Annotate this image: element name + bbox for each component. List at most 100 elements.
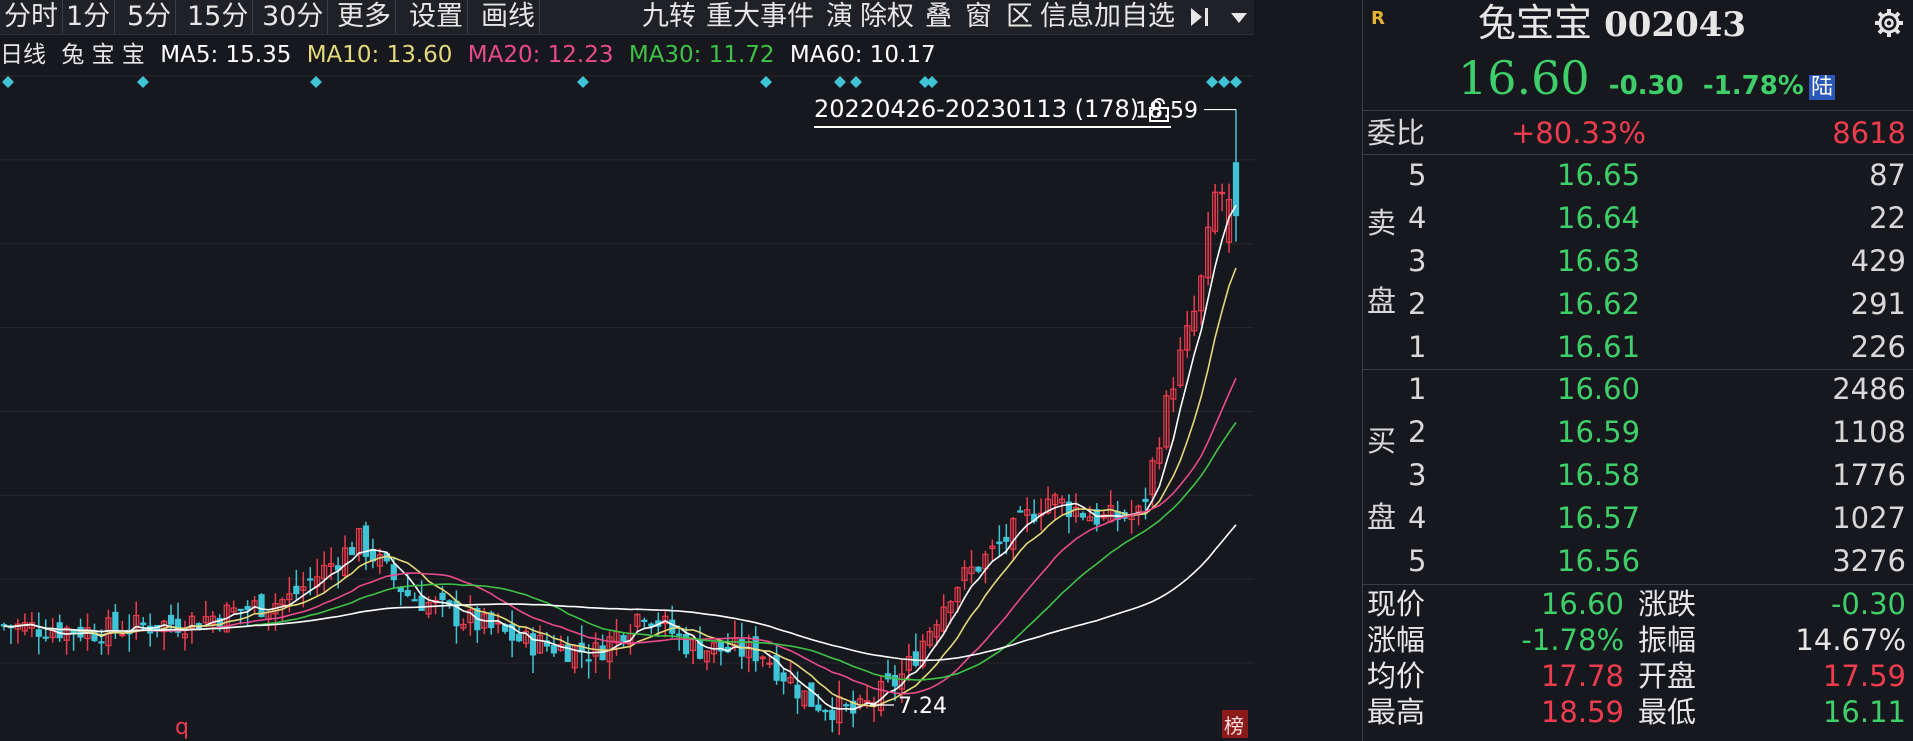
candle-body <box>411 599 418 602</box>
stat-value: -1.78% <box>1521 623 1624 657</box>
gear-icon[interactable] <box>1874 8 1904 38</box>
q-marker: q <box>175 715 189 740</box>
stat-label: 开盘 <box>1638 659 1697 693</box>
candle-body <box>35 629 42 637</box>
last-price: 16.60 <box>1458 51 1590 105</box>
stat-value: 16.11 <box>1822 695 1906 729</box>
weibi-row: 委比 +80.33% 8618 <box>1363 112 1913 154</box>
candle-body <box>390 564 397 581</box>
candle-body <box>495 622 502 625</box>
candle-body <box>794 684 801 699</box>
ma20-line <box>3 377 1237 695</box>
stock-name: 兔宝宝 <box>1478 1 1593 45</box>
lock-icon[interactable] <box>1147 97 1171 123</box>
buy-level-row[interactable]: 1 16.60 2486 <box>1363 368 1913 410</box>
candle-body <box>529 633 537 656</box>
stat-label: 最高 <box>1367 695 1426 729</box>
level-number: 1 <box>1408 372 1427 406</box>
change-pct: -1.78% <box>1702 71 1804 101</box>
candle-body <box>77 626 84 638</box>
stat-label: 最低 <box>1638 695 1697 729</box>
candle-body <box>843 704 850 707</box>
stat-label: 涨跌 <box>1638 587 1697 621</box>
order-volume: 1776 <box>1832 458 1906 492</box>
event-marker-icon <box>137 76 149 88</box>
stat-label: 涨幅 <box>1367 623 1426 657</box>
order-volume: 22 <box>1869 201 1906 235</box>
buy-level-row[interactable]: 4 16.57 1027 <box>1363 497 1913 539</box>
stat-value: 17.78 <box>1540 659 1624 693</box>
order-volume: 226 <box>1850 330 1906 364</box>
order-volume: 1027 <box>1832 501 1906 535</box>
candle-body <box>307 578 314 581</box>
event-marker-icon <box>850 76 862 88</box>
candle-body <box>404 590 411 596</box>
level-number: 2 <box>1408 287 1427 321</box>
event-marker-icon <box>834 76 846 88</box>
divider <box>1363 584 1913 585</box>
candle-body <box>620 635 627 642</box>
event-marker-icon <box>2 76 14 88</box>
stat-value: -0.30 <box>1830 587 1906 621</box>
stat-row: 现价 16.60 涨跌 -0.30 <box>1363 586 1913 622</box>
market-badge: 陆 <box>1808 75 1835 100</box>
candle-body <box>585 659 592 662</box>
candle-body <box>669 619 676 634</box>
ma10-line <box>3 267 1237 708</box>
level-number: 3 <box>1408 244 1427 278</box>
weibi-label: 委比 <box>1367 116 1426 150</box>
event-marker-icon <box>1206 76 1218 88</box>
order-price: 16.64 <box>1557 201 1641 235</box>
candle-body <box>348 547 356 556</box>
sell-level-row[interactable]: 3 16.63 429 <box>1363 240 1913 282</box>
bang-badge-label: 榜 <box>1224 714 1244 738</box>
event-marker-icon <box>310 76 322 88</box>
candle-body <box>98 641 105 644</box>
candle-body <box>119 634 126 637</box>
order-volume: 291 <box>1850 287 1906 321</box>
event-marker-icon <box>926 76 938 88</box>
candle-body <box>676 633 683 636</box>
order-price: 16.62 <box>1557 287 1641 321</box>
stat-value: 16.60 <box>1540 587 1624 621</box>
candle-body <box>996 541 1003 545</box>
sell-level-row[interactable]: 2 16.62 291 <box>1363 283 1913 325</box>
range-label[interactable]: 20220426-20230113 (178) <box>814 94 1171 128</box>
candle-body <box>808 682 815 707</box>
candle-body <box>815 704 822 711</box>
event-marker-icon <box>760 76 772 88</box>
stat-label: 均价 <box>1367 659 1426 693</box>
stock-code: 002043 <box>1604 5 1747 45</box>
candle-body <box>912 651 919 666</box>
order-volume: 87 <box>1869 158 1906 192</box>
range-label-text: 20220426-20230113 (178) <box>814 95 1140 123</box>
level-number: 5 <box>1408 544 1427 578</box>
order-price: 16.61 <box>1557 330 1641 364</box>
order-volume: 3276 <box>1832 544 1906 578</box>
sell-level-row[interactable]: 4 16.64 22 <box>1363 197 1913 239</box>
event-marker-icon <box>577 76 589 88</box>
ma30-line <box>3 422 1237 681</box>
candle-body <box>780 672 787 682</box>
sell-level-row[interactable]: 5 16.65 87 <box>1363 154 1913 196</box>
order-volume: 429 <box>1850 244 1906 278</box>
candle-body <box>829 709 836 721</box>
order-price: 16.65 <box>1557 158 1641 192</box>
buy-level-row[interactable]: 2 16.59 1108 <box>1363 411 1913 453</box>
sell-level-row[interactable]: 1 16.61 226 <box>1363 326 1913 368</box>
stat-value: 17.59 <box>1822 659 1906 693</box>
buy-level-row[interactable]: 3 16.58 1776 <box>1363 454 1913 496</box>
candle-body <box>42 636 49 639</box>
stat-row: 涨幅 -1.78% 振幅 14.67% <box>1363 622 1913 658</box>
candle-body <box>293 585 300 595</box>
candle-body <box>1003 536 1010 542</box>
order-price: 16.59 <box>1557 415 1641 449</box>
stat-row: 最高 18.59 最低 16.11 <box>1363 694 1913 730</box>
buy-level-row[interactable]: 5 16.56 3276 <box>1363 540 1913 582</box>
stat-label: 振幅 <box>1638 623 1697 657</box>
candle-body <box>766 662 773 665</box>
app-window: 分时 1分 5分 15分 30分 更多 设置 画线 九转 重大事件 演 除权 叠… <box>0 0 1913 741</box>
low-marker-label: 7.24 <box>898 694 947 719</box>
candle-body <box>418 595 425 611</box>
candle-body <box>237 608 244 612</box>
